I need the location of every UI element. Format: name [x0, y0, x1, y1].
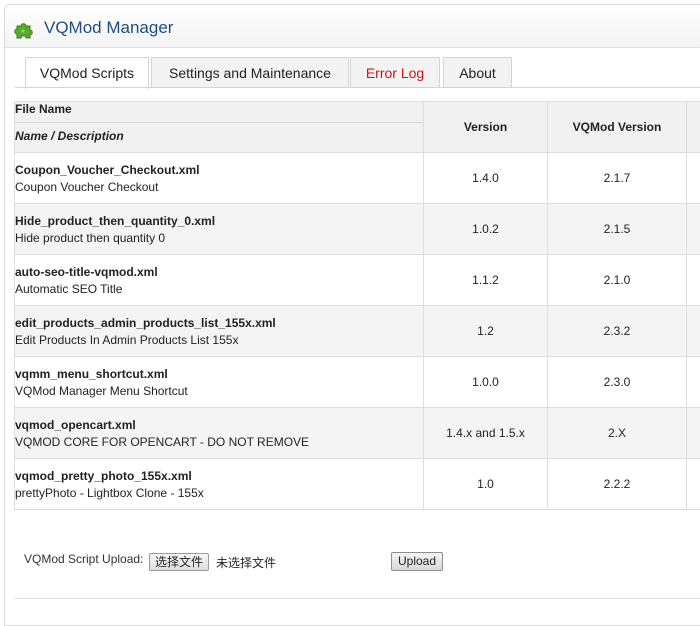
extra-cell	[687, 204, 700, 255]
table-row: vqmod_pretty_photo_155x.xml prettyPhoto -…	[15, 459, 700, 510]
file-name: vqmod_pretty_photo_155x.xml	[15, 469, 423, 483]
tab-about[interactable]: About	[443, 57, 512, 88]
script-description: Automatic SEO Title	[15, 282, 423, 296]
vqmod-version-cell: 2.3.0	[548, 357, 687, 408]
table-row: vqmod_opencart.xml VQMOD CORE FOR OPENCAR…	[15, 408, 700, 459]
tab-vqmod-scripts[interactable]: VQMod Scripts	[25, 57, 149, 89]
file-name: Coupon_Voucher_Checkout.xml	[15, 163, 423, 177]
file-name: edit_products_admin_products_list_155x.x…	[15, 316, 423, 330]
table-row: Coupon_Voucher_Checkout.xml Coupon Vouche…	[15, 153, 700, 204]
vqmod-version-cell: 2.1.5	[548, 204, 687, 255]
version-cell: 1.4.x and 1.5.x	[424, 408, 548, 459]
file-name: auto-seo-title-vqmod.xml	[15, 265, 423, 279]
file-status-text: 未选择文件	[216, 554, 276, 571]
version-cell: 1.2	[424, 306, 548, 357]
version-cell: 1.0.0	[424, 357, 548, 408]
tab-settings-maintenance[interactable]: Settings and Maintenance	[151, 57, 349, 88]
table-row: edit_products_admin_products_list_155x.x…	[15, 306, 700, 357]
file-name: vqmm_menu_shortcut.xml	[15, 367, 423, 381]
extra-cell	[687, 255, 700, 306]
vqmod-version-cell: 2.2.2	[548, 459, 687, 510]
vqmod-version-cell: 2.1.0	[548, 255, 687, 306]
column-header-extra	[687, 102, 700, 153]
script-description: VQMOD CORE FOR OPENCART - DO NOT REMOVE	[15, 435, 423, 449]
bottom-divider	[14, 598, 700, 599]
file-name: Hide_product_then_quantity_0.xml	[15, 214, 423, 228]
column-header-version: Version	[424, 102, 548, 153]
table-row: Hide_product_then_quantity_0.xml Hide pro…	[15, 204, 700, 255]
tabs-divider	[15, 87, 700, 88]
script-description: VQMod Manager Menu Shortcut	[15, 384, 423, 398]
column-header-name-description: Name / Description	[15, 123, 423, 143]
puzzle-icon	[14, 19, 36, 39]
column-header-file-name: File Name	[15, 102, 423, 123]
extra-cell	[687, 153, 700, 204]
version-cell: 1.0	[424, 459, 548, 510]
choose-file-button[interactable]: 选择文件	[149, 553, 209, 571]
version-cell: 1.4.0	[424, 153, 548, 204]
script-description: prettyPhoto - Lightbox Clone - 155x	[15, 486, 423, 500]
script-description: Hide product then quantity 0	[15, 231, 423, 245]
upload-button[interactable]: Upload	[391, 552, 443, 571]
page-title: VQMod Manager	[44, 18, 173, 38]
version-cell: 1.0.2	[424, 204, 548, 255]
scripts-table: File Name Name / Description Version VQM…	[14, 101, 700, 510]
upload-label: VQMod Script Upload:	[24, 552, 143, 566]
vqmod-version-cell: 2.X	[548, 408, 687, 459]
vqmod-version-cell: 2.3.2	[548, 306, 687, 357]
script-description: Edit Products In Admin Products List 155…	[15, 333, 423, 347]
table-row: auto-seo-title-vqmod.xml Automatic SEO Ti…	[15, 255, 700, 306]
extra-cell	[687, 459, 700, 510]
table-header-row: File Name Name / Description Version VQM…	[15, 102, 700, 153]
column-header-vqmod-version: VQMod Version	[548, 102, 687, 153]
file-name: vqmod_opencart.xml	[15, 418, 423, 432]
table-row: vqmm_menu_shortcut.xml VQMod Manager Menu…	[15, 357, 700, 408]
column-header-file: File Name Name / Description	[15, 102, 424, 153]
version-cell: 1.1.2	[424, 255, 548, 306]
vqmod-version-cell: 2.1.7	[548, 153, 687, 204]
extra-cell	[687, 357, 700, 408]
tab-error-log[interactable]: Error Log	[350, 57, 440, 88]
extra-cell	[687, 306, 700, 357]
script-description: Coupon Voucher Checkout	[15, 180, 423, 194]
extra-cell	[687, 408, 700, 459]
